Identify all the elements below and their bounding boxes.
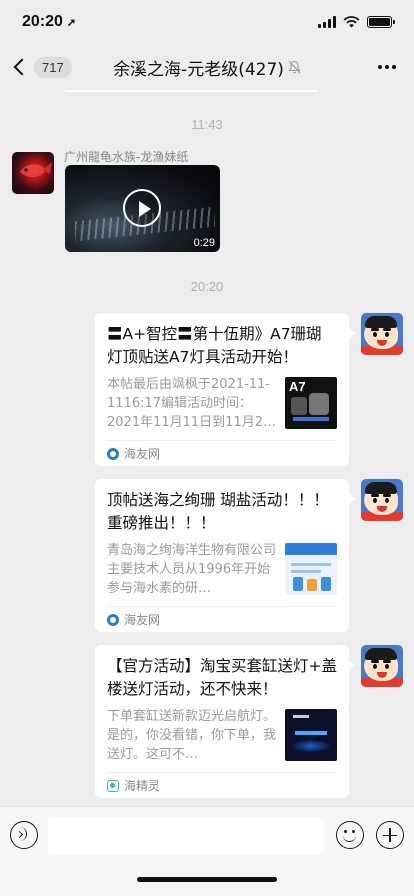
cellular-signal-icon — [318, 16, 336, 28]
card-description: 本帖最后由飒枫于2021-11-1116:17编辑活动时间：2021年11月11… — [107, 377, 276, 430]
previous-message-bubble — [62, 90, 320, 92]
card-title: 顶帖送海之绚珊 瑚盐活动！！！ 重磅推出！！！ — [107, 491, 329, 532]
card-thumbnail — [285, 709, 337, 761]
plus-icon[interactable] — [376, 821, 404, 849]
video-duration: 0:29 — [193, 237, 215, 249]
chat-header: 717 余溪之海-元老级(427) — [0, 44, 414, 90]
play-icon[interactable] — [123, 189, 161, 227]
card-title: 【官方活动】淘宝买套缸送灯+盖楼送灯活动，还不快来！ — [107, 657, 337, 698]
message-input[interactable] — [48, 817, 324, 855]
chevron-left-icon — [13, 58, 31, 76]
status-bar: 20:20 ➚ — [0, 0, 414, 44]
card-thumbnail — [285, 543, 337, 595]
my-avatar[interactable] — [361, 479, 403, 521]
wifi-icon — [343, 16, 360, 28]
my-avatar[interactable] — [361, 645, 403, 687]
home-indicator[interactable] — [137, 877, 277, 882]
bell-off-icon — [288, 60, 301, 74]
card-source: 海友网 — [107, 440, 337, 466]
source-name: 海友网 — [124, 447, 161, 461]
sender-avatar[interactable] — [12, 152, 54, 194]
link-card[interactable]: 〓A+智控〓第十伍期》A7珊瑚灯顶贴送A7灯具活动开始！ 本帖最后由飒枫于202… — [95, 313, 355, 466]
status-time: 20:20 ➚ — [22, 13, 76, 31]
chat-title[interactable]: 余溪之海-元老级(427) — [113, 55, 284, 80]
card-description: 下单套缸送新款迈光启航灯。是的，你没看错，你下单，我送灯。这可不… — [107, 709, 277, 762]
message-list[interactable]: 11:43 广州龍龟水族-龙渔妹纸 0:29 20:20 〓A+智控〓第十伍期》… — [0, 90, 414, 806]
link-card[interactable]: 【官方活动】淘宝买套缸送灯+盖楼送灯活动，还不快来！ 下单套缸送新款迈光启航灯。… — [95, 645, 355, 798]
timestamp: 20:20 — [190, 279, 224, 294]
card-source: 海友网 — [107, 606, 337, 632]
link-card[interactable]: 顶帖送海之绚珊 瑚盐活动！！！ 重磅推出！！！ 青岛海之绚海洋生物有限公司主要技… — [95, 479, 355, 632]
thumb-label: A7 — [289, 379, 306, 394]
message-input-bar — [0, 806, 414, 896]
card-description: 青岛海之绚海洋生物有限公司主要技术人员从1996年开始参与海水素的研… — [107, 543, 277, 596]
voice-input-icon[interactable] — [10, 821, 38, 849]
clock: 20:20 — [22, 13, 63, 30]
source-logo-icon — [107, 447, 119, 460]
source-logo-icon — [107, 613, 119, 626]
status-indicators — [318, 16, 395, 28]
fish-icon — [20, 162, 52, 178]
my-avatar[interactable] — [361, 313, 403, 355]
more-options-button[interactable] — [372, 57, 402, 77]
card-title: 〓A+智控〓第十伍期》A7珊瑚灯顶贴送A7灯具活动开始！ — [107, 325, 322, 366]
card-thumbnail: A7 — [285, 377, 337, 429]
unread-count-badge: 717 — [34, 56, 72, 78]
video-message[interactable]: 0:29 — [65, 165, 220, 252]
timestamp: 11:43 — [191, 117, 223, 132]
source-logo-icon — [107, 779, 119, 792]
sender-name: 广州龍龟水族-龙渔妹纸 — [64, 150, 189, 164]
source-name: 海精灵 — [124, 779, 161, 793]
back-button[interactable]: 717 — [12, 56, 72, 78]
source-name: 海友网 — [124, 613, 161, 627]
emoji-icon[interactable] — [336, 821, 364, 849]
battery-icon — [367, 16, 395, 28]
card-source: 海精灵 — [107, 772, 337, 798]
location-arrow-icon: ➚ — [66, 16, 77, 29]
